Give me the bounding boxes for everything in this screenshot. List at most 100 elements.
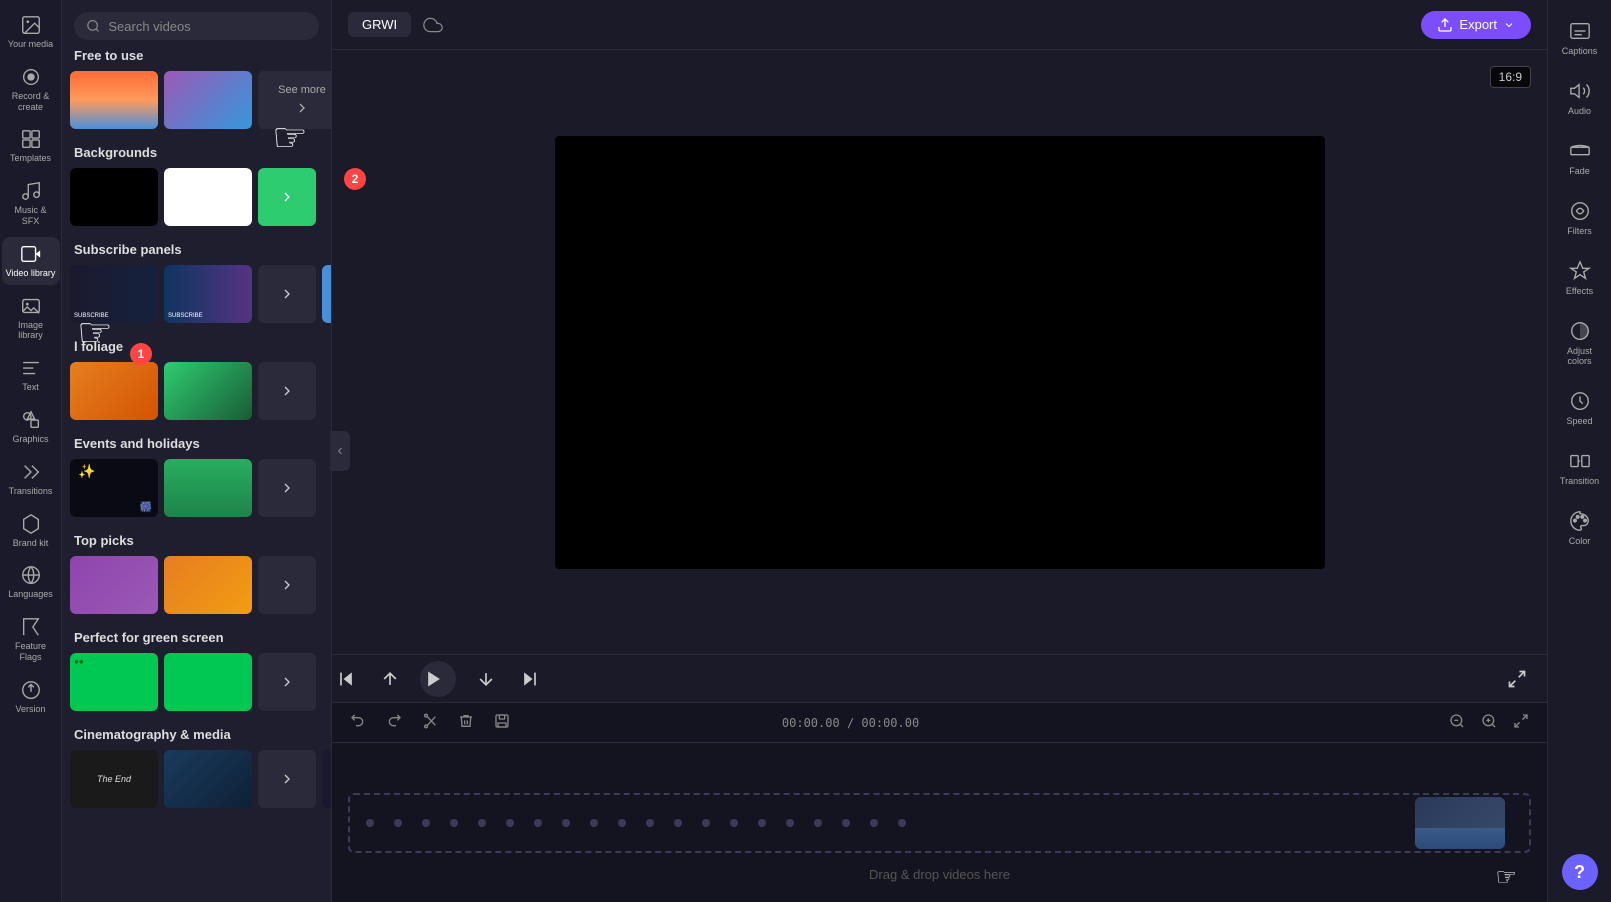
speed-label: Speed — [1566, 416, 1592, 426]
sidebar-item-your-media[interactable]: Your media — [2, 8, 60, 56]
thumb-events-more[interactable] — [258, 459, 316, 517]
thumb-events-2[interactable] — [164, 459, 252, 517]
thumb-top-2[interactable] — [164, 556, 252, 614]
thumb-see-more[interactable]: See more — [258, 71, 331, 129]
sidebar-item-image-library[interactable]: Image library — [2, 289, 60, 348]
thumb-gs-more[interactable] — [258, 653, 316, 711]
thumb-bg-white[interactable] — [164, 168, 252, 226]
captions-label: Captions — [1562, 46, 1598, 56]
fit-button[interactable] — [1507, 709, 1535, 736]
thumb-cinema-1[interactable]: The End — [70, 750, 158, 808]
sidebar-item-music-sfx[interactable]: Music & SFX — [2, 174, 60, 233]
right-tool-filters[interactable]: Filters — [1551, 192, 1609, 244]
track-clip[interactable] — [1415, 797, 1505, 849]
delete-icon — [458, 713, 474, 729]
track-dot — [814, 819, 822, 827]
thumb-top-more[interactable] — [258, 556, 316, 614]
right-tool-effects[interactable]: Effects — [1551, 252, 1609, 304]
sidebar-item-graphics[interactable]: Graphics — [2, 403, 60, 451]
category-title-top-picks: Top picks — [70, 533, 323, 548]
cut-button[interactable] — [416, 709, 444, 736]
right-tool-captions[interactable]: Captions — [1551, 12, 1609, 64]
thumb-cinema-4[interactable]: HERE — [322, 750, 331, 808]
category-foliage: l foliage — [62, 339, 331, 420]
save-icon — [494, 713, 510, 729]
right-tool-color[interactable]: Color — [1551, 502, 1609, 554]
export-button[interactable]: Export — [1421, 11, 1531, 39]
undo-button[interactable] — [344, 709, 372, 736]
sidebar-item-transitions[interactable]: Transitions — [2, 455, 60, 503]
filters-label: Filters — [1567, 226, 1592, 236]
thumb-sub-2[interactable]: SUBSCRIBE — [164, 265, 252, 323]
frame-forward-button[interactable] — [472, 665, 500, 693]
right-tool-adjust-colors[interactable]: Adjust colors — [1551, 312, 1609, 374]
thumb-sub-3[interactable] — [322, 265, 331, 323]
search-bar[interactable] — [74, 12, 319, 40]
track-dot — [674, 819, 682, 827]
see-more-label: See more — [278, 84, 326, 96]
fade-icon — [1569, 140, 1591, 162]
sidebar-item-record-create[interactable]: Record & create — [2, 60, 60, 119]
thumb-free-2[interactable] — [164, 71, 252, 129]
preview-area: 16:9 — [332, 50, 1547, 654]
category-items-cinematography: The End HERE — [70, 750, 323, 808]
category-items-backgrounds — [70, 168, 323, 226]
category-free-to-use: Free to use See more — [62, 48, 331, 129]
fullscreen-button[interactable] — [1503, 665, 1531, 693]
export-label: Export — [1459, 17, 1497, 32]
sidebar-item-feature-flags[interactable]: Feature Flags — [2, 610, 60, 669]
thumb-foliage-more[interactable] — [258, 362, 316, 420]
cursor-hand-clip: ☞ — [1495, 863, 1517, 892]
project-name-button[interactable]: GRWI — [348, 12, 411, 37]
redo-button[interactable] — [380, 709, 408, 736]
thumb-top-1[interactable] — [70, 556, 158, 614]
track-dot — [702, 819, 710, 827]
delete-button[interactable] — [452, 709, 480, 736]
audio-icon — [1569, 80, 1591, 102]
panel-collapse-arrow[interactable] — [330, 431, 350, 471]
zoom-in-button[interactable] — [1475, 709, 1503, 736]
right-tool-transition[interactable]: Transition — [1551, 442, 1609, 494]
save-button[interactable] — [488, 709, 516, 736]
right-tool-speed[interactable]: Speed — [1551, 382, 1609, 434]
skip-back-button[interactable] — [332, 665, 360, 693]
zoom-out-icon — [1449, 713, 1465, 729]
skip-forward-button[interactable] — [516, 665, 544, 693]
chevron-right-icon — [294, 100, 310, 116]
search-input[interactable] — [108, 19, 307, 34]
sidebar-item-version[interactable]: Version — [2, 673, 60, 721]
sidebar-label-transitions: Transitions — [9, 486, 53, 497]
timeline-track[interactable]: Drag & drop videos here ☞ — [332, 743, 1547, 902]
help-button[interactable]: ? — [1562, 854, 1598, 890]
thumb-bg-more[interactable] — [258, 168, 316, 226]
thumb-gs-1[interactable]: ●● — [70, 653, 158, 711]
thumb-sub-1[interactable]: SUBSCRIBE — [70, 265, 158, 323]
thumb-foliage-1[interactable] — [70, 362, 158, 420]
right-tool-fade[interactable]: Fade — [1551, 132, 1609, 184]
category-title-free-to-use: Free to use — [70, 48, 323, 63]
thumb-free-1[interactable] — [70, 71, 158, 129]
sidebar-item-video-library[interactable]: Video library — [2, 237, 60, 285]
thumb-cinema-2[interactable] — [164, 750, 252, 808]
thumb-gs-2[interactable] — [164, 653, 252, 711]
play-button[interactable] — [420, 661, 456, 697]
arrow-right-icon-foliage — [279, 383, 295, 399]
thumb-bg-black[interactable] — [70, 168, 158, 226]
sidebar-item-languages[interactable]: Languages — [2, 558, 60, 606]
video-preview[interactable] — [555, 136, 1325, 569]
cloud-sync-button[interactable] — [423, 15, 443, 35]
zoom-out-button[interactable] — [1443, 709, 1471, 736]
sidebar-item-templates[interactable]: Templates — [2, 122, 60, 170]
sidebar-label-brand-kit: Brand kit — [13, 538, 49, 549]
thumb-foliage-2[interactable] — [164, 362, 252, 420]
frame-back-button[interactable] — [376, 665, 404, 693]
sidebar-item-brand-kit[interactable]: Brand kit — [2, 507, 60, 555]
thumb-sub-more[interactable] — [258, 265, 316, 323]
timeline-toolbar: 00:00.00 / 00:00.00 — [332, 703, 1547, 743]
music-icon — [20, 180, 42, 202]
right-tool-audio[interactable]: Audio — [1551, 72, 1609, 124]
categories-list: Free to use See more Backgrounds — [62, 48, 331, 902]
sidebar-item-text[interactable]: Text — [2, 351, 60, 399]
thumb-events-1[interactable]: ✨ 🎆 — [70, 459, 158, 517]
thumb-cinema-more[interactable] — [258, 750, 316, 808]
